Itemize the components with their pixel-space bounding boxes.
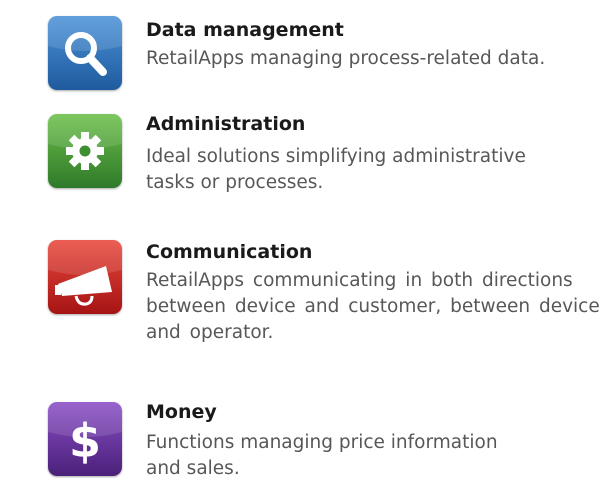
megaphone-icon — [48, 240, 122, 314]
description-line: and sales. — [146, 458, 240, 479]
category-title: Data management — [146, 19, 344, 41]
category-title: Administration — [146, 113, 306, 135]
description-line: and operator. — [146, 322, 274, 343]
category-description: Ideal solutions simplifying administrati… — [146, 144, 526, 196]
gear-icon — [48, 114, 122, 188]
category-description: Functions managing price information and… — [146, 430, 498, 482]
description-line: Ideal solutions simplifying administrati… — [146, 146, 526, 167]
magnifier-icon — [48, 16, 122, 90]
dollar-icon: $ — [48, 402, 122, 476]
category-title: Money — [146, 401, 217, 423]
description-line: tasks or processes. — [146, 172, 324, 193]
category-description: RetailApps communicating in both directi… — [146, 268, 600, 346]
category-description: RetailApps managing process-related data… — [146, 46, 545, 72]
svg-text:$: $ — [69, 414, 101, 468]
description-line: between device and customer, between dev… — [146, 296, 600, 317]
category-title: Communication — [146, 241, 313, 263]
description-line: Functions managing price information — [146, 432, 498, 453]
description-line: RetailApps communicating in both directi… — [146, 270, 573, 291]
description-line: RetailApps managing process-related data… — [146, 48, 546, 69]
